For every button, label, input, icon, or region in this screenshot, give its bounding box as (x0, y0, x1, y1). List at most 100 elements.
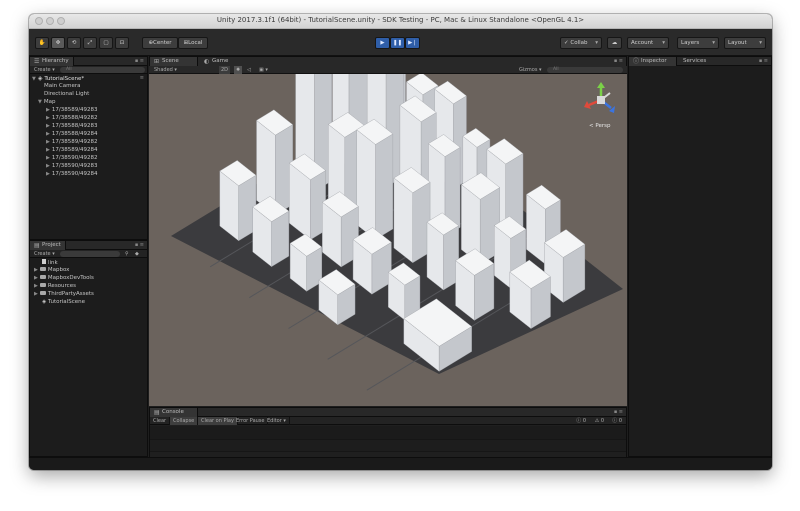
scale-tool-button[interactable]: ⤢ (83, 37, 97, 49)
hierarchy-item-tile[interactable]: ▶ 17/38588/49282 (46, 115, 98, 122)
hierarchy-tile-label: 17/38588/49284 (51, 131, 98, 137)
console-clear-on-play-button[interactable]: Clear on Play (198, 417, 238, 425)
hierarchy-panel: ☰ Hierarchy ▪ ≡ Create ▾ All ▼ ◈ TutorialS… (29, 56, 148, 240)
scene-lighting-toggle[interactable]: ✹ (234, 66, 243, 74)
speaker-icon: ◁ (247, 67, 251, 73)
collab-dropdown[interactable]: ✓ Collab (560, 37, 602, 49)
expand-arrow-icon: ▶ (46, 147, 50, 153)
rotate-icon: ⟲ (71, 40, 77, 46)
projection-label[interactable]: < Persp (589, 123, 610, 129)
hierarchy-item-tile[interactable]: ▶ 17/38589/49283 (46, 107, 98, 114)
tab-inspector[interactable]: ⓘ Inspector (629, 57, 677, 66)
console-collapse-button[interactable]: Collapse (170, 417, 199, 425)
play-button[interactable]: ▶ (375, 37, 390, 49)
hierarchy-menu-icon[interactable]: ▪ ≡ (135, 58, 144, 64)
transform-tool-button[interactable]: ⊡ (115, 37, 129, 49)
filter-by-label-icon[interactable]: ◆ (135, 250, 139, 258)
tab-hierarchy[interactable]: ☰ Hierarchy (30, 57, 74, 66)
step-button[interactable]: ▶❘ (405, 37, 420, 49)
project-search-input[interactable] (60, 251, 120, 257)
project-menu-icon[interactable]: ▪ ≡ (135, 242, 144, 248)
hierarchy-item-tile[interactable]: ▶ 17/38588/49284 (46, 131, 98, 138)
tab-services[interactable]: Services (679, 57, 710, 66)
move-tool-button[interactable]: ✥ (51, 37, 65, 49)
info-count: 0 (582, 418, 586, 424)
project-item[interactable]: ▶ MapboxDevTools (34, 275, 94, 282)
console-warning-toggle[interactable]: ⚠ 0 (595, 417, 604, 425)
inspector-lock-icon[interactable]: ▪ ≡ (759, 58, 768, 64)
shading-mode-dropdown[interactable]: Shaded ▾ (154, 66, 177, 74)
hierarchy-item-main-camera[interactable]: Main Camera (44, 83, 80, 90)
console-log-detail[interactable] (150, 440, 626, 452)
toggle-2d-button[interactable]: 2D (219, 66, 231, 74)
expand-arrow-icon: ▶ (34, 291, 38, 297)
filter-by-type-icon[interactable]: ⚲ (125, 250, 129, 258)
expand-arrow-icon: ▶ (46, 123, 50, 129)
pause-button[interactable]: ❚❚ (390, 37, 405, 49)
project-item[interactable]: ◈ TutorialScene (34, 299, 85, 306)
hierarchy-item-tile[interactable]: ▶ 17/38589/49284 (46, 147, 98, 154)
pivot-center-toggle[interactable]: ⊕Center (142, 37, 178, 49)
project-item[interactable]: ▶ ThirdPartyAssets (34, 291, 94, 298)
hierarchy-search-input[interactable]: All (60, 67, 145, 73)
expand-arrow-icon: ▶ (46, 107, 50, 113)
rect-tool-button[interactable]: ▢ (99, 37, 113, 49)
warning-icon: ⚠ (594, 418, 600, 424)
console-error-toggle[interactable]: ⓘ 0 (612, 417, 622, 425)
console-log-area[interactable] (150, 426, 626, 440)
inspector-tab-label: Inspector (641, 58, 667, 64)
tab-game[interactable]: ◐ Game (200, 57, 232, 66)
hierarchy-item-label: Map (43, 99, 56, 105)
orientation-gizmo[interactable] (581, 80, 621, 120)
hand-tool-button[interactable]: ✋ (35, 37, 49, 49)
folder-icon (39, 275, 46, 279)
scene-options-icon[interactable]: ≡ (140, 75, 144, 81)
project-create-button[interactable]: Create ▾ (34, 250, 55, 258)
hierarchy-item-tile[interactable]: ▶ 17/38590/49282 (46, 155, 98, 162)
tab-console[interactable]: ▤ Console (150, 408, 198, 417)
console-menu-icon[interactable]: ▪ ≡ (614, 409, 623, 415)
error-count: 0 (618, 418, 622, 424)
hierarchy-tile-label: 17/38589/49283 (51, 107, 98, 113)
pacman-icon: ◐ (204, 58, 210, 65)
local-label: Local (188, 40, 203, 46)
console-info-toggle[interactable]: ⓘ 0 (576, 417, 586, 425)
hierarchy-item-tile[interactable]: ▶ 17/38590/49283 (46, 163, 98, 170)
scene-search-input[interactable]: All (547, 67, 623, 73)
rotate-tool-button[interactable]: ⟲ (67, 37, 81, 49)
account-dropdown[interactable]: Account (627, 37, 669, 49)
layout-dropdown[interactable]: Layout (724, 37, 766, 49)
console-button-label: Clear (153, 418, 167, 424)
tab-project[interactable]: ▤ Project (30, 241, 66, 250)
hierarchy-create-label: Create (34, 67, 51, 73)
console-editor-dropdown[interactable]: Editor ▾ (264, 417, 290, 425)
expand-arrow-icon: ▶ (34, 275, 38, 281)
console-tabbar: ▤ Console ▪ ≡ (150, 408, 626, 417)
cloud-button[interactable]: ☁ (607, 37, 622, 49)
layers-dropdown[interactable]: Layers (677, 37, 719, 49)
project-item[interactable]: ▶ Mapbox (34, 267, 69, 274)
hierarchy-create-button[interactable]: Create ▾ (34, 66, 55, 74)
hierarchy-item-directional-light[interactable]: Directional Light (44, 91, 89, 98)
list-icon: ☰ (34, 58, 40, 65)
pivot-rotation-toggle[interactable]: ⊞Local (178, 37, 208, 49)
tab-scene[interactable]: ⊞ Scene (150, 57, 198, 66)
scene-audio-toggle[interactable]: ◁ (247, 66, 251, 74)
scene-root-item[interactable]: ▼ ◈ TutorialScene* (32, 75, 84, 82)
hierarchy-item-tile[interactable]: ▶ 17/38590/49284 (46, 171, 98, 178)
scene-effects-dropdown[interactable]: ▣ ▾ (259, 66, 268, 74)
hierarchy-tile-label: 17/38590/49282 (51, 155, 98, 161)
scene-menu-icon[interactable]: ▪ ≡ (614, 58, 623, 64)
project-item[interactable]: link (34, 259, 58, 266)
expand-arrow-icon: ▶ (34, 283, 38, 289)
console-clear-button[interactable]: Clear (150, 417, 171, 425)
expand-arrow-icon: ▶ (46, 131, 50, 137)
project-create-label: Create (34, 251, 51, 257)
hierarchy-item-tile[interactable]: ▶ 17/38589/49282 (46, 139, 98, 146)
hierarchy-item-tile[interactable]: ▶ 17/38588/49283 (46, 123, 98, 130)
project-item[interactable]: ▶ Resources (34, 283, 76, 290)
scene-view[interactable]: Shaded ▾ 2D ✹ ◁ ▣ ▾ Gizmos ▾ All < Persp (149, 66, 627, 406)
hierarchy-item-map[interactable]: ▼ Map (38, 99, 55, 106)
layers-label: Layers (681, 40, 700, 46)
gizmos-dropdown[interactable]: Gizmos ▾ (519, 66, 542, 74)
